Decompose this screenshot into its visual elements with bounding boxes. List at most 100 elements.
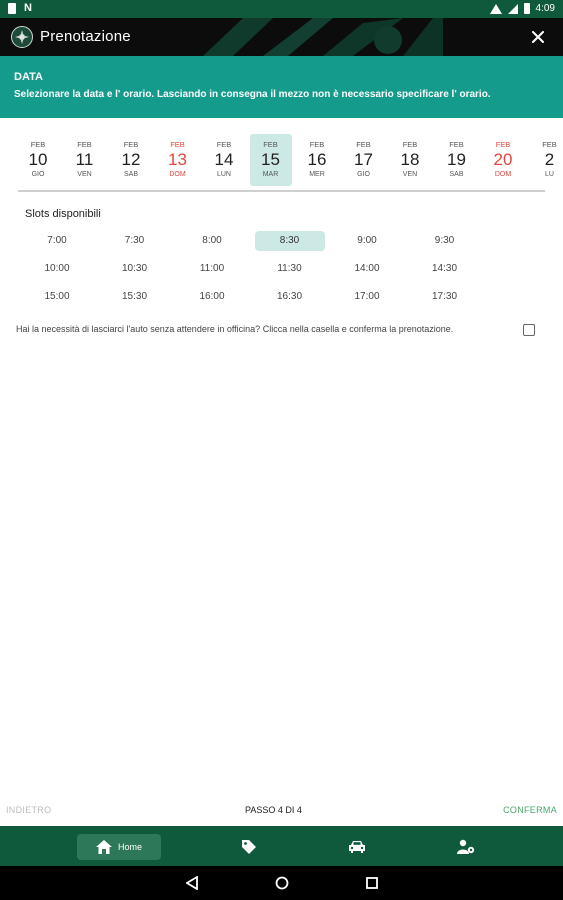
date-day: 15	[261, 150, 280, 169]
time-slot[interactable]: 10:30	[100, 259, 170, 279]
bottom-nav: Home	[0, 826, 563, 866]
date-item[interactable]: FEB 12 SAB	[110, 134, 152, 186]
notification-icon	[8, 3, 16, 14]
date-day: 12	[121, 150, 141, 169]
date-day: 20	[493, 150, 513, 169]
date-day: 16	[307, 150, 327, 169]
nav-home-label: Home	[117, 842, 142, 852]
time-slot[interactable]: 10:00	[22, 259, 92, 279]
time-slot[interactable]: 16:30	[255, 287, 325, 307]
date-weekday: VEN	[402, 171, 418, 178]
time-slot[interactable]: 17:30	[410, 287, 480, 307]
date-item[interactable]: FEB 14 LUN	[203, 134, 245, 186]
date-strip-divider	[18, 190, 545, 192]
date-weekday: DOM	[494, 171, 512, 178]
time-slot[interactable]: 16:00	[177, 287, 247, 307]
time-slot[interactable]: 8:00	[177, 231, 247, 251]
home-icon	[95, 840, 112, 854]
date-month: FEB	[170, 140, 185, 149]
date-item[interactable]: FEB 16 MER	[296, 134, 338, 186]
date-weekday: GIO	[357, 171, 370, 178]
time-slot[interactable]: 11:30	[255, 259, 325, 279]
battery-icon	[523, 3, 530, 14]
date-item[interactable]: FEB 18 VEN	[389, 134, 431, 186]
system-nav-bar	[0, 866, 563, 900]
time-slot[interactable]: 9:30	[410, 231, 480, 251]
leave-car-text: Hai la necessità di lasciarci l'auto sen…	[16, 324, 454, 334]
date-item[interactable]: FEB 13 DOM	[157, 134, 199, 186]
home-nav-icon[interactable]	[274, 875, 290, 891]
date-item[interactable]: FEB 10 GIO	[17, 134, 59, 186]
tag-icon[interactable]	[239, 837, 259, 857]
date-day: 19	[447, 150, 466, 169]
car-icon[interactable]	[347, 837, 367, 857]
time-slot[interactable]: 14:00	[332, 259, 402, 279]
app-logo-icon	[11, 26, 33, 48]
date-day: 10	[28, 150, 48, 169]
n-notification-icon: N	[24, 2, 32, 14]
time-slot[interactable]: 7:30	[100, 231, 170, 251]
date-month: FEB	[263, 140, 278, 149]
date-day: 17	[354, 150, 373, 169]
time-slot[interactable]: 15:00	[22, 287, 92, 307]
nav-home[interactable]: Home	[77, 834, 161, 860]
date-month: FEB	[30, 140, 46, 149]
date-strip: FEB 10 GIO FEB 11 VEN FEB 12 SAB FEB 13 DOM FEB 14 LUN…	[14, 132, 563, 192]
date-month: FEB	[402, 140, 418, 149]
page-title: Prenotazione	[40, 28, 131, 45]
date-day: 18	[400, 150, 420, 169]
header-background-art	[203, 18, 443, 56]
status-bar: N 4:09	[0, 0, 563, 18]
time-slot[interactable]: 9:00	[332, 231, 402, 251]
signal-icon	[507, 3, 518, 14]
date-month: FEB	[449, 140, 464, 149]
date-weekday: GIO	[31, 171, 45, 178]
back-nav-icon[interactable]	[184, 875, 200, 891]
date-item[interactable]: FEB 17 GIO	[343, 134, 385, 186]
date-item[interactable]: FEB 2 LU	[529, 134, 563, 186]
back-button[interactable]: INDIETRO	[6, 805, 51, 815]
date-day: 11	[75, 150, 94, 169]
date-month: FEB	[309, 140, 325, 149]
date-item[interactable]: FEB 20 DOM	[482, 134, 524, 186]
date-month: FEB	[123, 140, 139, 149]
info-heading: DATA	[14, 71, 43, 83]
leave-car-checkbox[interactable]	[523, 324, 535, 336]
time-slot[interactable]: 15:30	[100, 287, 170, 307]
recents-nav-icon[interactable]	[364, 875, 380, 891]
time-slot[interactable]: 17:00	[332, 287, 402, 307]
user-settings-icon[interactable]	[456, 837, 476, 857]
date-weekday: LUN	[216, 171, 231, 178]
app-bar: Prenotazione	[0, 18, 563, 56]
wifi-icon	[489, 3, 502, 14]
slots-title: Slots disponibili	[25, 208, 101, 220]
close-icon[interactable]	[527, 26, 549, 48]
date-weekday: LU	[545, 171, 554, 178]
date-month: FEB	[216, 140, 232, 149]
date-month: FEB	[77, 140, 92, 149]
step-indicator: PASSO 4 DI 4	[245, 805, 302, 815]
date-weekday: DOM	[169, 171, 186, 178]
date-month: FEB	[542, 140, 557, 149]
time-slot[interactable]: 11:00	[177, 259, 247, 279]
date-day: 14	[214, 150, 234, 169]
date-weekday: MER	[309, 171, 325, 178]
date-month: FEB	[495, 140, 511, 149]
date-item[interactable]: FEB 19 SAB	[436, 134, 478, 186]
date-weekday: SAB	[449, 171, 464, 178]
date-item[interactable]: FEB 11 VEN	[64, 134, 106, 186]
date-weekday: MAR	[262, 171, 279, 178]
date-month: FEB	[356, 140, 371, 149]
confirm-button[interactable]: CONFERMA	[503, 805, 557, 815]
date-day: 2	[544, 150, 555, 169]
info-text: Selezionare la data e l' orario. Lascian…	[14, 89, 491, 100]
date-item[interactable]: FEB 15 MAR	[249, 134, 292, 186]
status-time: 4:09	[535, 3, 555, 14]
stepper: INDIETRO PASSO 4 DI 4 CONFERMA	[0, 798, 563, 824]
date-weekday: SAB	[123, 171, 138, 178]
date-day: 13	[168, 150, 187, 169]
time-slot[interactable]: 14:30	[410, 259, 480, 279]
time-slot[interactable]: 8:30	[254, 231, 325, 251]
time-slot[interactable]: 7:00	[22, 231, 92, 251]
info-banner: DATA Selezionare la data e l' orario. La…	[0, 56, 563, 118]
